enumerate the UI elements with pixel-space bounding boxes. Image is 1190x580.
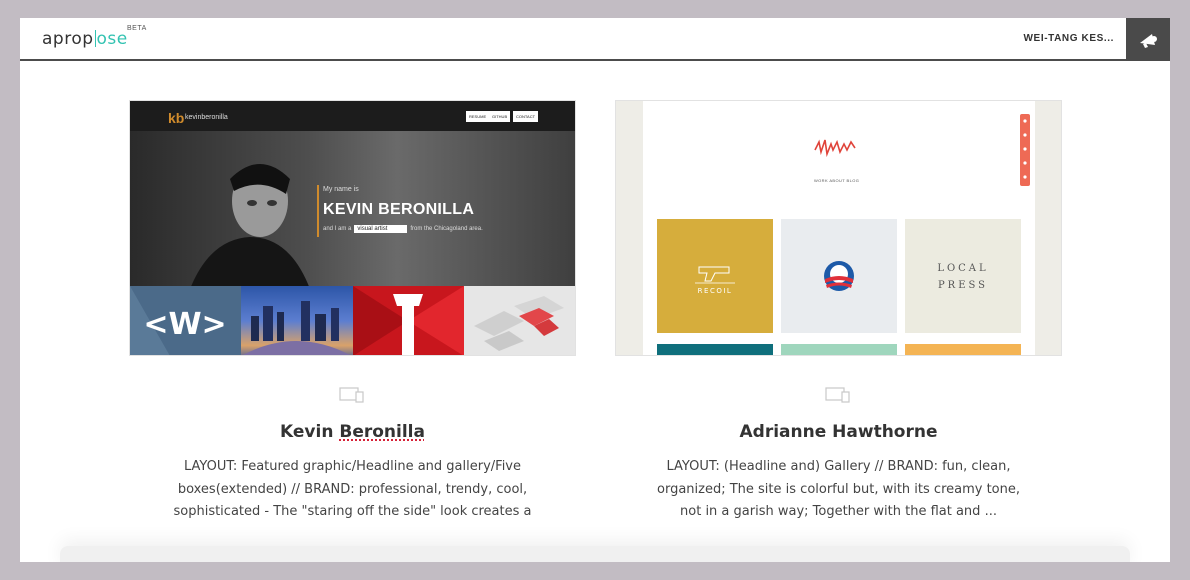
tagline-suffix: from the Chicagoland area. [410, 226, 483, 232]
tile-teal [657, 344, 773, 355]
thumb-nav-resume: RESUME [466, 111, 490, 122]
city-skyline-icon [243, 301, 351, 355]
thumb-select: visual artist [354, 225, 408, 233]
title-last: Beronilla [339, 422, 425, 442]
gallery-tile-city [241, 286, 353, 355]
thumb-nav-github: GITHUB [489, 111, 511, 122]
thumb-nav-contact: CONTACT [513, 111, 539, 122]
local-press-logo: LOCAL PRESS [937, 263, 988, 291]
thumb-accent-bar [317, 185, 319, 237]
thumb-site-name: kevinberonilla [185, 114, 228, 121]
gallery-tile-i [352, 286, 464, 355]
description-text: LAYOUT: (Headline and) Gallery // BRAND:… [657, 459, 1020, 519]
app-logo[interactable]: aprop ose [42, 29, 128, 49]
gallery-tile-map [463, 286, 575, 355]
i-logo-icon [352, 286, 464, 355]
beta-badge: BETA [127, 25, 147, 32]
press-label: PRESS [938, 280, 988, 291]
devices-icon [339, 387, 364, 403]
portrait-image [190, 164, 310, 289]
thumb-intro: My name is [323, 186, 359, 193]
ellipsis[interactable]: ... [985, 504, 997, 519]
card-description: LAYOUT: (Headline and) Gallery // BRAND:… [645, 456, 1032, 526]
thumb-tagline: and I am a visual artist from the Chicagol… [323, 225, 483, 233]
tagline-prefix: and I am a [323, 226, 352, 232]
main-page: aprop ose BETA WEI-TANG KES... kb kevinb… [20, 18, 1170, 562]
w-logo-icon: <W> [130, 286, 227, 355]
tile-mint [781, 344, 897, 355]
social-icons [1023, 119, 1027, 179]
logo-divider [94, 30, 96, 47]
notifications-button[interactable] [1126, 18, 1170, 61]
thumb-nav: WORK ABOUT BLOG [814, 178, 860, 183]
card-title[interactable]: Adrianne Hawthorne [615, 422, 1062, 442]
local-label: LOCAL [937, 263, 988, 274]
signature-logo-icon [814, 139, 856, 158]
thumb-headline: KEVIN BERONILLA [323, 201, 475, 218]
tile-local-press: LOCAL PRESS [905, 219, 1021, 333]
card-thumbnail[interactable]: WORK ABOUT BLOG RECOIL LOCAL PRESS [615, 100, 1062, 356]
top-header: aprop ose BETA WEI-TANG KES... [20, 18, 1170, 61]
logo-text-part1: aprop [42, 29, 94, 49]
card-thumbnail[interactable]: kb kevinberonilla RESUME GITHUB CONTACT … [129, 100, 576, 356]
svg-text:<W>: <W> [143, 307, 226, 342]
thumb-gallery: <W> [130, 286, 575, 355]
user-menu[interactable]: WEI-TANG KES... [1024, 33, 1114, 44]
thumb-logo: kb [168, 110, 185, 126]
title-first: Kevin [280, 422, 340, 442]
social-bar [1020, 114, 1030, 186]
tile-orange [905, 344, 1021, 355]
portfolio-card-kevin: kb kevinberonilla RESUME GITHUB CONTACT … [129, 100, 576, 519]
gallery-tile-w: <W> [130, 286, 242, 355]
logo-text-part2: ose [96, 29, 128, 49]
card-title[interactable]: Kevin Beronilla [129, 422, 576, 442]
recoil-gun-icon: RECOIL [695, 266, 735, 295]
campaign-logo-icon [824, 261, 854, 291]
megaphone-icon [1140, 33, 1157, 48]
devices-icon [825, 387, 850, 403]
tile-recoil: RECOIL [657, 219, 773, 333]
tile-recoil-label: RECOIL [698, 287, 733, 295]
map-icon [473, 296, 564, 351]
bottom-shadow [60, 546, 1130, 562]
tile-obama [781, 219, 897, 333]
card-description: LAYOUT: Featured graphic/Headline and ga… [173, 459, 532, 519]
portfolio-card-adrianne: WORK ABOUT BLOG RECOIL LOCAL PRESS Adria… [615, 100, 1062, 519]
